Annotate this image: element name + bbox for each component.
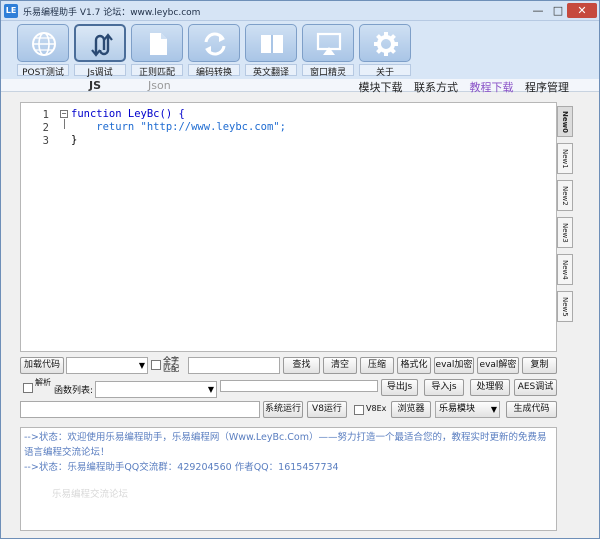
code-line: } bbox=[71, 134, 78, 146]
tab-json[interactable]: Json bbox=[148, 79, 171, 92]
control-row-2: 解析 函数列表: ▼ 导出Js 导入js 处理假 AES调试 bbox=[20, 378, 557, 398]
tool-label: Js调试 bbox=[74, 64, 126, 78]
side-tab-new3[interactable]: New3 bbox=[557, 217, 573, 248]
tab-js[interactable]: JS bbox=[89, 79, 101, 92]
copy-button[interactable]: 复制 bbox=[522, 357, 557, 374]
chevron-down-icon: ▼ bbox=[138, 361, 145, 370]
load-code-button[interactable]: 加载代码 bbox=[20, 357, 64, 374]
tool-post-test[interactable]: POST测试 bbox=[17, 24, 69, 78]
code-source-select[interactable]: ▼ bbox=[66, 357, 148, 374]
line-number: 3 bbox=[42, 135, 49, 147]
tool-label: 编码转换 bbox=[188, 64, 240, 78]
chevron-down-icon: ▼ bbox=[207, 385, 214, 394]
side-tab-new0[interactable]: New0 bbox=[557, 106, 573, 137]
tool-label: 关于 bbox=[359, 64, 411, 78]
code-editor[interactable]: 1 2 3 − function LeyBc() { return "http:… bbox=[20, 102, 557, 352]
window-title: 乐易编程助手 V1.7 论坛：www.leybc.com bbox=[23, 8, 201, 18]
deobfuscate-checkbox[interactable] bbox=[23, 383, 33, 393]
control-row-1: 加载代码 ▼ 全字匹配 查找 清空 压缩 格式化 eval加密 eval解密 复… bbox=[20, 357, 557, 375]
tool-about[interactable]: 关于 bbox=[359, 24, 411, 78]
fold-toggle-icon[interactable]: − bbox=[60, 110, 68, 118]
find-input[interactable] bbox=[188, 357, 280, 374]
eval-encrypt-button[interactable]: eval加密 bbox=[434, 357, 474, 374]
app-window: LE 乐易编程助手 V1.7 论坛：www.leybc.com — □ ✕ PO… bbox=[0, 0, 600, 539]
gear-icon bbox=[359, 24, 411, 62]
module-select[interactable]: 乐易模块 ▼ bbox=[435, 401, 500, 418]
full-match-label: 全字匹配 bbox=[163, 356, 179, 373]
find-button[interactable]: 查找 bbox=[283, 357, 320, 374]
refresh-icon bbox=[188, 24, 240, 62]
generate-code-button[interactable]: 生成代码 bbox=[506, 401, 557, 418]
function-args-input[interactable] bbox=[220, 380, 378, 392]
tool-regex-match[interactable]: 正则匹配 bbox=[131, 24, 183, 78]
window-icon bbox=[302, 24, 354, 62]
document-icon bbox=[131, 24, 183, 62]
module-select-value: 乐易模块 bbox=[439, 404, 476, 414]
log-line: -->状态：乐易编程助手QQ交流群：429204560 作者QQ：1615457… bbox=[24, 462, 339, 473]
v8ex-checkbox[interactable] bbox=[354, 405, 364, 415]
tool-window-spirit[interactable]: 窗口精灵 bbox=[302, 24, 354, 78]
tool-label: POST测试 bbox=[17, 64, 69, 78]
v8ex-label: V8Ex bbox=[366, 404, 387, 413]
sub-menu-bar: JS Json 模块下载 联系方式 教程下载 程序管理 bbox=[1, 79, 599, 95]
close-button[interactable]: ✕ bbox=[567, 3, 597, 18]
loop-arrows-icon bbox=[74, 24, 126, 62]
eval-decrypt-button[interactable]: eval解密 bbox=[477, 357, 519, 374]
globe-icon bbox=[17, 24, 69, 62]
tool-label: 英文翻译 bbox=[245, 64, 297, 78]
system-run-button[interactable]: 系统运行 bbox=[263, 401, 303, 418]
chevron-down-icon: ▼ bbox=[490, 405, 497, 414]
function-list-select[interactable]: ▼ bbox=[95, 381, 217, 398]
side-tab-new1[interactable]: New1 bbox=[557, 143, 573, 174]
tool-english-translate[interactable]: 英文翻译 bbox=[245, 24, 297, 78]
menu-contact[interactable]: 联系方式 bbox=[414, 81, 458, 94]
watermark-text: 乐易编程交流论坛 bbox=[52, 489, 129, 500]
main-toolbar: POST测试 Js调试 正则匹配 编码转换 英文翻译 窗口精灵 关于 bbox=[1, 21, 599, 79]
status-log: -->状态：欢迎使用乐易编程助手，乐易编程网（Www.LeyBc.Com）——努… bbox=[20, 427, 557, 531]
import-js-button[interactable]: 导入js bbox=[424, 379, 464, 396]
side-tab-new2[interactable]: New2 bbox=[557, 180, 573, 211]
code-line: return "http://www.leybc.com"; bbox=[71, 121, 286, 133]
aes-debug-button[interactable]: AES调试 bbox=[514, 379, 557, 396]
line-number: 2 bbox=[42, 122, 49, 134]
fold-line bbox=[64, 119, 65, 129]
maximize-button[interactable]: □ bbox=[549, 3, 567, 18]
function-list-label: 函数列表: bbox=[54, 386, 94, 396]
tool-label: 正则匹配 bbox=[131, 64, 183, 78]
tool-encoding-convert[interactable]: 编码转换 bbox=[188, 24, 240, 78]
export-js-button[interactable]: 导出Js bbox=[381, 379, 418, 396]
process-vars-button[interactable]: 处理假 bbox=[470, 379, 510, 396]
clear-button[interactable]: 清空 bbox=[323, 357, 357, 374]
app-logo-icon: LE bbox=[4, 4, 18, 18]
compress-button[interactable]: 压缩 bbox=[360, 357, 394, 374]
menu-program-manage[interactable]: 程序管理 bbox=[525, 81, 569, 94]
side-tab-new5[interactable]: New5 bbox=[557, 291, 573, 322]
full-match-checkbox[interactable] bbox=[151, 360, 161, 370]
log-line: -->状态：欢迎使用乐易编程助手，乐易编程网（Www.LeyBc.Com）——努… bbox=[24, 432, 547, 458]
line-number: 1 bbox=[42, 109, 49, 121]
tool-js-debug[interactable]: Js调试 bbox=[74, 24, 126, 78]
side-tab-new4[interactable]: New4 bbox=[557, 254, 573, 285]
run-result-input[interactable] bbox=[20, 401, 260, 418]
tool-label: 窗口精灵 bbox=[302, 64, 354, 78]
menu-module-download[interactable]: 模块下载 bbox=[359, 81, 403, 94]
title-bar[interactable]: LE 乐易编程助手 V1.7 论坛：www.leybc.com — □ ✕ bbox=[1, 1, 599, 21]
menu-tutorial-download[interactable]: 教程下载 bbox=[470, 81, 514, 94]
book-icon bbox=[245, 24, 297, 62]
v8-run-button[interactable]: V8运行 bbox=[307, 401, 347, 418]
browser-button[interactable]: 浏览器 bbox=[391, 401, 431, 418]
code-line: function LeyBc() { bbox=[71, 108, 185, 120]
top-menu-links: 模块下载 联系方式 教程下载 程序管理 bbox=[351, 79, 570, 95]
control-row-3: 系统运行 V8运行 V8Ex 浏览器 乐易模块 ▼ 生成代码 bbox=[20, 401, 557, 419]
deobfuscate-label: 解析 bbox=[35, 378, 51, 387]
format-button[interactable]: 格式化 bbox=[397, 357, 431, 374]
minimize-button[interactable]: — bbox=[529, 3, 547, 18]
